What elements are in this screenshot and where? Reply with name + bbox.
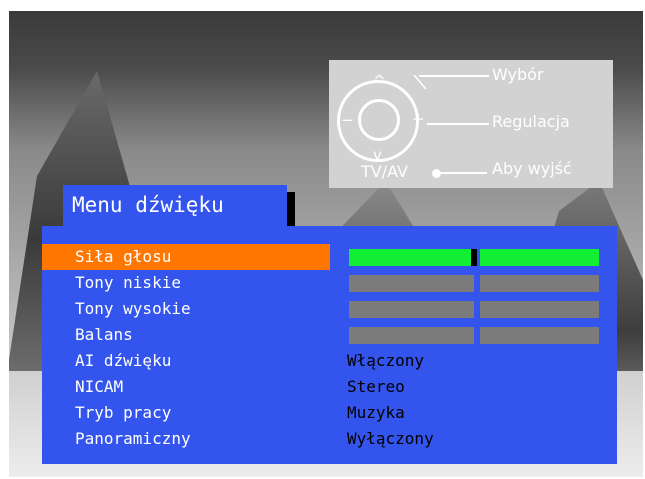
menu-item-bass[interactable]: Tony niskie xyxy=(42,270,330,296)
bass-level-bar-left xyxy=(349,275,474,292)
volume-level-marker[interactable] xyxy=(471,249,477,266)
tv-av-label: TV/AV xyxy=(361,162,408,181)
up-arrow-icon: ^ xyxy=(373,72,386,90)
bass-level-bar-right xyxy=(480,275,599,292)
menu-title: Menu dźwięku xyxy=(63,185,287,226)
menu-item-volume[interactable]: Siła głosu xyxy=(42,244,330,270)
nicam-value: Stereo xyxy=(347,377,405,396)
treble-level-bar-right xyxy=(480,301,599,318)
menu-item-mode[interactable]: Tryb pracy xyxy=(42,400,330,426)
menu-item-ai-sound[interactable]: AI dźwięku xyxy=(42,348,330,374)
balance-level-bar-left xyxy=(349,327,474,344)
volume-level-bar-right xyxy=(480,249,599,266)
adjust-pointer-line xyxy=(427,123,489,125)
panoramic-value: Wyłączony xyxy=(347,429,434,448)
mode-value: Muzyka xyxy=(347,403,405,422)
select-pointer-line xyxy=(419,75,489,77)
navigation-center-icon xyxy=(358,99,400,141)
balance-level-bar-right xyxy=(480,327,599,344)
menu-item-treble[interactable]: Tony wysokie xyxy=(42,296,330,322)
sound-menu-panel: Siła głosu Tony niskie Tony wysokie Bala… xyxy=(42,226,617,464)
adjust-label: Regulacja xyxy=(492,112,570,131)
volume-level-bar-left xyxy=(349,249,474,266)
exit-label: Aby wyjść xyxy=(492,159,572,178)
treble-level-bar-left xyxy=(349,301,474,318)
menu-item-nicam[interactable]: NICAM xyxy=(42,374,330,400)
down-arrow-icon: v xyxy=(373,146,382,164)
minus-icon: − xyxy=(341,111,354,129)
exit-pointer-line xyxy=(439,172,487,174)
select-label: Wybór xyxy=(492,65,544,84)
menu-item-balance[interactable]: Balans xyxy=(42,322,330,348)
ai-sound-value: Włączony xyxy=(347,351,425,370)
remote-help-box: ^ v − + Wybór Regulacja TV/AV Aby wyjść xyxy=(329,60,613,188)
select-pointer-diagonal xyxy=(413,75,427,89)
menu-item-panoramic[interactable]: Panoramiczny xyxy=(42,426,330,452)
plus-icon: + xyxy=(412,110,425,128)
